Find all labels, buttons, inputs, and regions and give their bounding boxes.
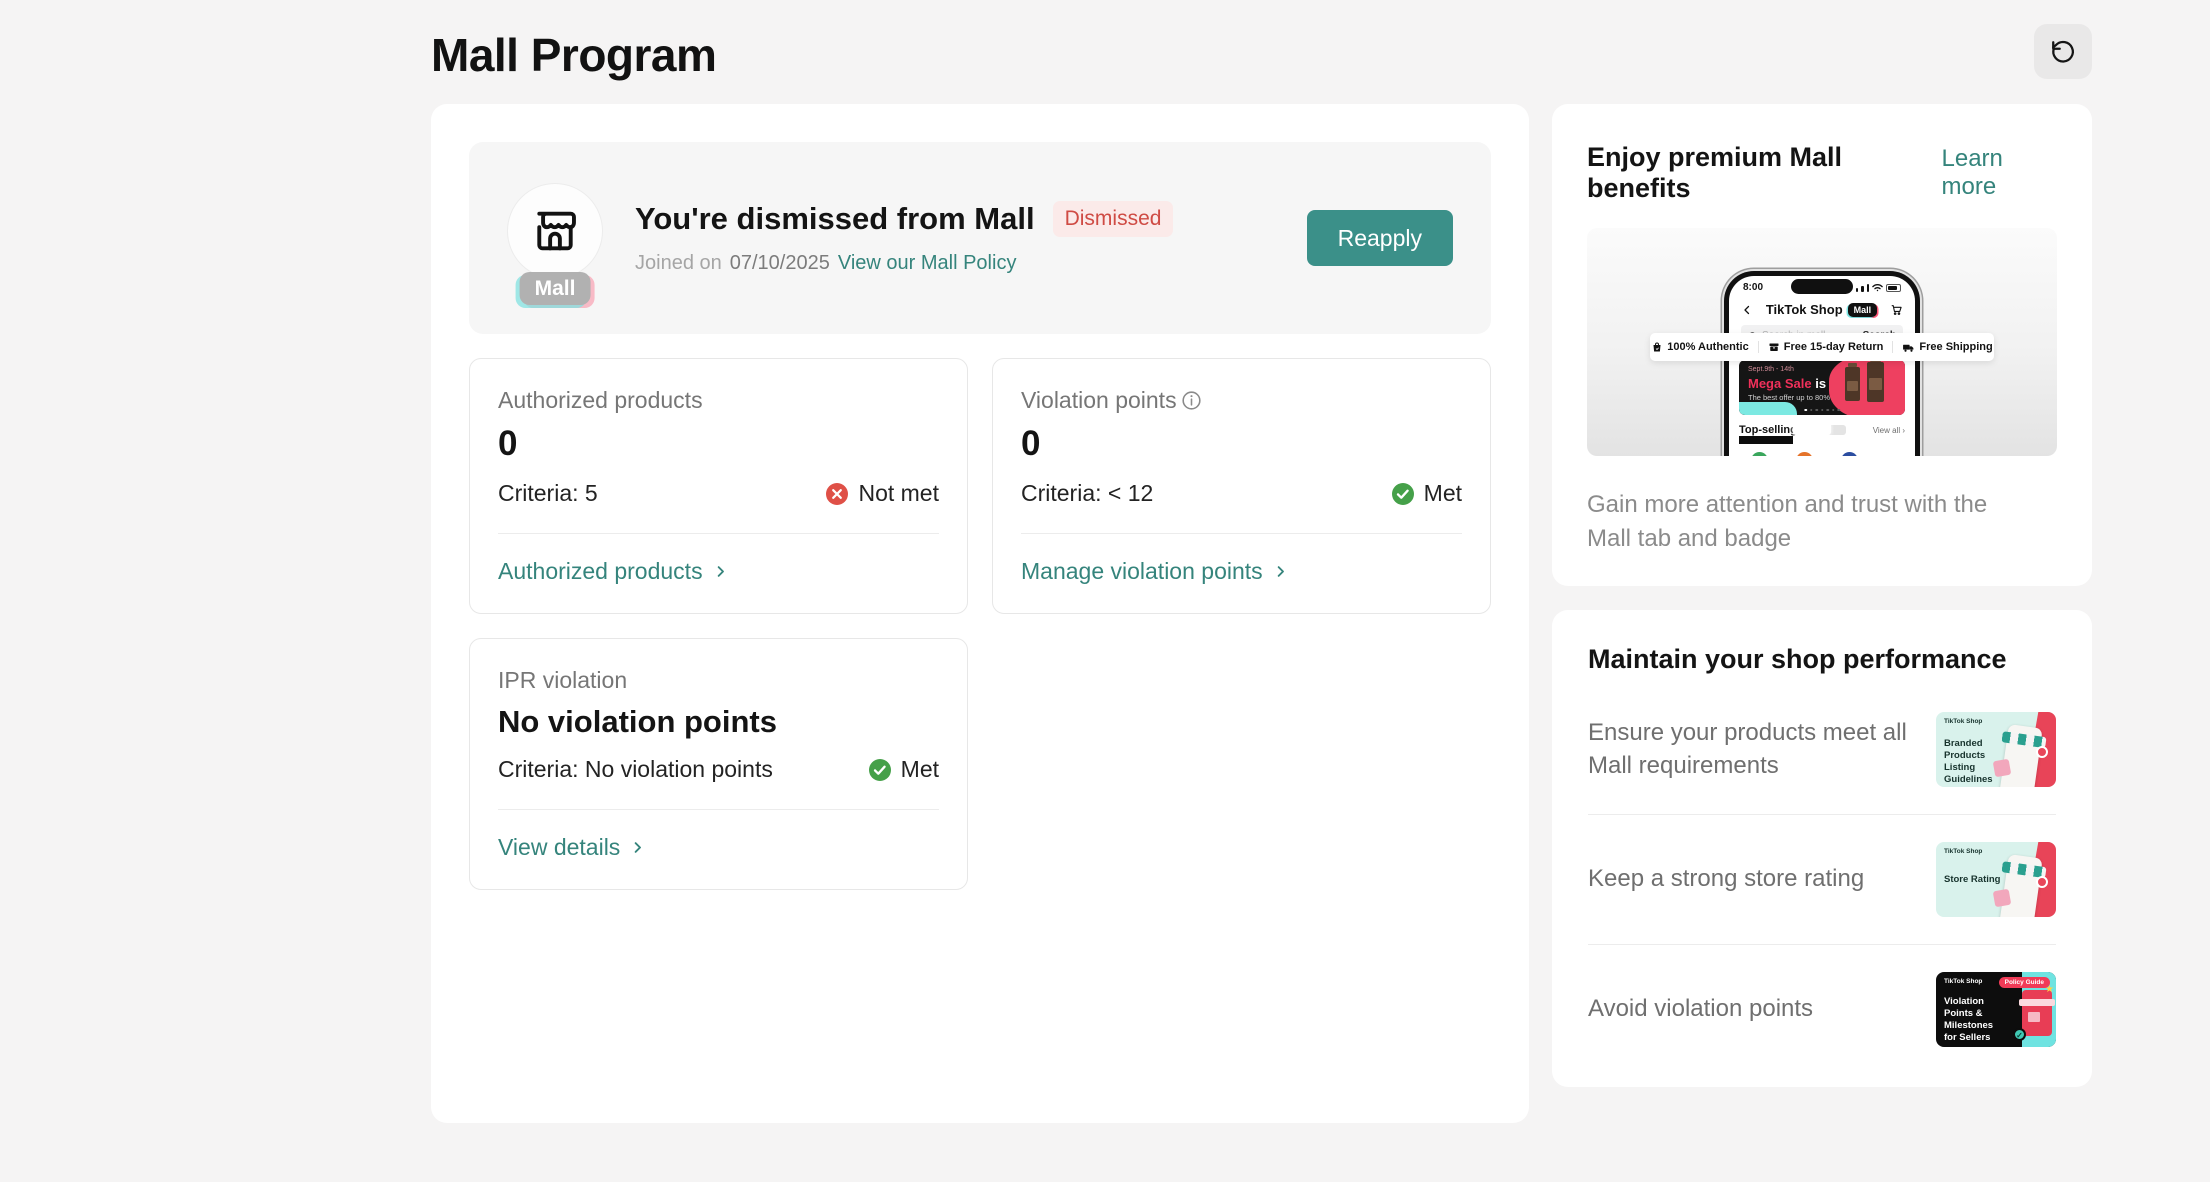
premium-benefits-card: Enjoy premium Mall benefits Learn more 8… [1552, 104, 2092, 586]
benefits-caption: Gain more attention and trust with the M… [1587, 488, 2037, 556]
card-label: IPR violation [498, 667, 627, 694]
refresh-button[interactable] [2034, 24, 2092, 79]
phone-notch [1791, 279, 1853, 294]
status-text: Not met [858, 480, 939, 507]
status-not-met: Not met [825, 480, 939, 507]
banner-info: You're dismissed from Mall Dismissed Joi… [635, 201, 1173, 275]
manage-violation-points-link[interactable]: Manage violation points [1021, 558, 1288, 585]
view-details-link[interactable]: View details [498, 834, 645, 861]
policy-guide-badge: Policy Guide [1999, 977, 2050, 988]
phone-app-title: TikTok Shop [1766, 302, 1843, 317]
features-banner: 100% Authentic Free 15-day Return Free S… [1650, 333, 1994, 361]
success-circle-icon [868, 758, 892, 782]
banner-dates: Sept.9th - 14th [1748, 366, 1794, 373]
return-box-icon [1768, 341, 1780, 353]
mall-badge: Mall [520, 272, 591, 305]
thumb-title: Violation Points & Milestones for Seller… [1944, 996, 2006, 1044]
back-chevron-icon [1741, 304, 1753, 316]
dismissed-banner: Mall You're dismissed from Mall Dismisse… [469, 142, 1491, 334]
mega-sale-banner: Sept.9th - 14th Mega Sale is on The best… [1739, 360, 1905, 415]
authorized-products-link[interactable]: Authorized products [498, 558, 728, 585]
article-thumbnail[interactable]: ★ ✓ Policy Guide TikTok Shop Violation P… [1936, 972, 2056, 1047]
status-met: Met [1391, 480, 1462, 507]
tiktok-shop-logo: TikTok Shop [1944, 978, 1982, 985]
heart-icon [2036, 876, 2048, 888]
cart-icon [1890, 303, 1903, 316]
chevron-right-icon [1273, 564, 1288, 579]
authorized-products-card: Authorized products 0 Criteria: 5 Not me… [469, 358, 968, 614]
phone-mall-badge: Mall [1848, 303, 1878, 317]
reapply-button[interactable]: Reapply [1307, 210, 1453, 266]
card-value: 0 [1021, 424, 1462, 464]
benefits-title: Enjoy premium Mall benefits [1587, 142, 1932, 204]
card-value: No violation points [498, 704, 939, 740]
phone-time: 8:00 [1743, 282, 1763, 293]
perf-item-text: Ensure your products meet all Mall requi… [1588, 717, 1918, 782]
perf-item-mall-requirements[interactable]: Ensure your products meet all Mall requi… [1588, 685, 2056, 814]
criteria-grid: Authorized products 0 Criteria: 5 Not me… [469, 358, 1491, 890]
status-met: Met [868, 756, 939, 783]
joined-prefix: Joined on [635, 252, 722, 275]
truck-icon [1902, 341, 1915, 354]
status-badge: Dismissed [1053, 201, 1174, 237]
perf-item-text: Keep a strong store rating [1588, 863, 1864, 895]
feature-return: Free 15-day Return [1768, 341, 1884, 353]
performance-title: Maintain your shop performance [1588, 644, 2056, 675]
mall-avatar: Mall [507, 183, 603, 279]
chevron-right-icon [713, 564, 728, 579]
mall-promo-image: 8:00 TikTok Shop Mall [1587, 228, 2057, 456]
perf-item-violation-points[interactable]: Avoid violation points ★ ✓ Policy Guide … [1588, 944, 2056, 1074]
carousel-dots [1804, 409, 1840, 412]
feature-shipping: Free Shipping [1902, 341, 1992, 354]
status-text: Met [901, 756, 939, 783]
tiktok-shop-logo: TikTok Shop [1944, 718, 1982, 725]
dismissed-title: You're dismissed from Mall [635, 201, 1035, 237]
info-icon[interactable] [1181, 390, 1202, 411]
article-thumbnail[interactable]: TikTok Shop Store Rating [1936, 842, 2056, 917]
card-criteria: Criteria: 5 [498, 480, 598, 507]
lock-bag-icon [1651, 341, 1663, 353]
page-title: Mall Program [431, 28, 716, 82]
black-highlight [1739, 436, 1793, 444]
storefront-icon [507, 183, 603, 279]
ipr-violation-card: IPR violation No violation points Criter… [469, 638, 968, 890]
success-circle-icon [1391, 482, 1415, 506]
fail-circle-icon [825, 482, 849, 506]
tiktok-shop-logo: TikTok Shop [1944, 848, 1982, 855]
feature-authentic: 100% Authentic [1651, 341, 1749, 353]
card-value: 0 [498, 424, 939, 464]
learn-more-link[interactable]: Learn more [1942, 145, 2058, 201]
joined-date: 07/10/2025 [730, 252, 830, 275]
card-criteria: Criteria: No violation points [498, 756, 773, 783]
view-all-link: View all › [1873, 426, 1905, 435]
heart-icon [2036, 746, 2048, 758]
blurred-overlay [1793, 422, 1831, 435]
mall-program-page: Mall Program Mall You're dismissed [0, 0, 2210, 1182]
card-label: Authorized products [498, 387, 703, 414]
status-bar-icons [1856, 283, 1902, 292]
mall-policy-link[interactable]: View our Mall Policy [838, 252, 1017, 275]
banner-subtitle: The best offer up to 80% [1748, 393, 1830, 402]
rotate-ccw-icon [2050, 39, 2076, 65]
thumb-title: Store Rating [1944, 874, 2006, 886]
check-badge-icon: ✓ [2013, 1028, 2026, 1041]
article-thumbnail[interactable]: TikTok Shop Branded Products Listing Gui… [1936, 712, 2056, 787]
violation-points-card: Violation points 0 Criteria: < 12 Met [992, 358, 1491, 614]
perf-item-text: Avoid violation points [1588, 993, 1813, 1025]
phone-mockup: 8:00 TikTok Shop Mall [1724, 271, 1920, 456]
storefront-art [2022, 990, 2052, 1036]
shop-performance-card: Maintain your shop performance Ensure yo… [1552, 610, 2092, 1087]
banner-corner-shape [1739, 402, 1797, 415]
banner-product-blob [1829, 360, 1905, 415]
chevron-right-icon [630, 840, 645, 855]
status-text: Met [1424, 480, 1462, 507]
mall-status-card: Mall You're dismissed from Mall Dismisse… [431, 104, 1529, 1123]
thumb-title: Branded Products Listing Guidelines [1944, 738, 2006, 786]
top-selling-title: Top-selling [1739, 424, 1797, 436]
perf-item-store-rating[interactable]: Keep a strong store rating TikTok Shop S… [1588, 814, 2056, 944]
category-circles [1751, 452, 1858, 456]
card-label: Violation points [1021, 387, 1177, 414]
card-criteria: Criteria: < 12 [1021, 480, 1153, 507]
